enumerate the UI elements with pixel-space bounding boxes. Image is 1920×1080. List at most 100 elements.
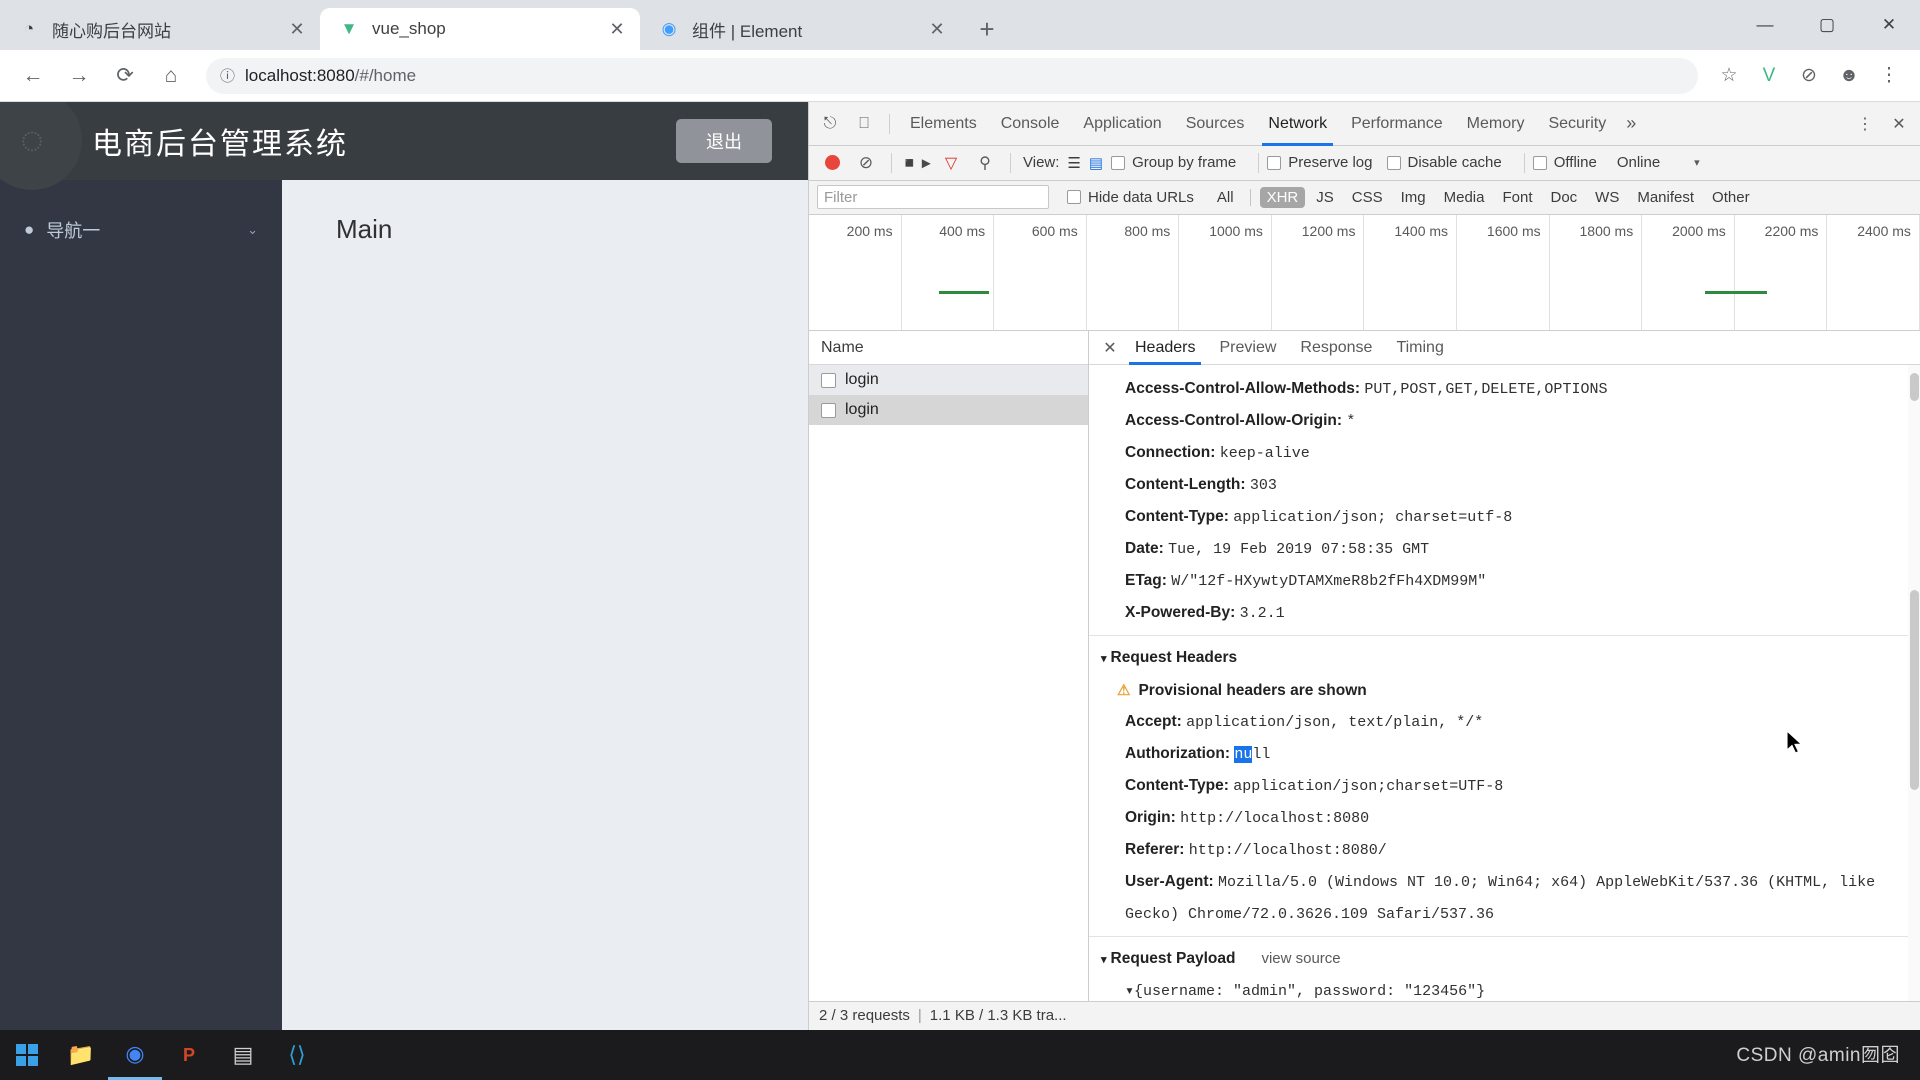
more-panels-button[interactable]: » (1618, 113, 1644, 134)
tab-sources[interactable]: Sources (1174, 102, 1257, 146)
tab-performance[interactable]: Performance (1339, 102, 1455, 146)
checkbox-box (1067, 190, 1081, 205)
headers-detail-body[interactable]: Access-Control-Allow-Methods: PUT,POST,G… (1089, 365, 1920, 1001)
address-bar[interactable]: ⓘ localhost:8080/#/home (206, 57, 1698, 94)
request-row[interactable]: login (809, 395, 1088, 426)
filter-type-other[interactable]: Other (1705, 187, 1757, 208)
taskbar-file-explorer-icon[interactable]: 📁 (54, 1030, 108, 1080)
detail-scrollbar-thumb[interactable] (1910, 373, 1919, 402)
filter-type-xhr[interactable]: XHR (1259, 186, 1306, 208)
filter-type-ws[interactable]: WS (1588, 187, 1626, 208)
toolbar-icon-group: ☆ V ⊘ ☻ ⋮ (1708, 57, 1908, 95)
group-by-frame-checkbox[interactable]: Group by frame (1111, 154, 1236, 171)
request-header-row: Accept: application/json, text/plain, */… (1089, 706, 1920, 738)
inspect-element-icon[interactable]: ⎋ (815, 109, 845, 139)
start-button[interactable] (0, 1030, 54, 1080)
star-icon[interactable]: ☆ (1710, 57, 1748, 95)
info-circle-icon[interactable]: ⓘ (220, 65, 235, 86)
record-dot-icon[interactable] (817, 148, 847, 178)
element-logo-icon: ◉ (661, 19, 677, 38)
filter-type-media[interactable]: Media (1437, 187, 1492, 208)
header-value: Gecko) Chrome/72.0.3626.109 Safari/537.3… (1125, 906, 1495, 924)
disable-cache-checkbox[interactable]: Disable cache (1386, 154, 1502, 171)
filter-type-js[interactable]: JS (1309, 187, 1341, 208)
offline-checkbox[interactable]: Offline (1532, 154, 1597, 171)
menu-icon[interactable]: ⋮ (1870, 57, 1908, 95)
filter-type-manifest[interactable]: Manifest (1630, 187, 1701, 208)
taskbar-vscode-icon[interactable]: ⟨⟩ (270, 1030, 324, 1080)
checkbox-box (1267, 155, 1282, 170)
browser-tab-title: 随心购后台网站 (52, 21, 171, 41)
close-icon[interactable]: ✕ (1884, 109, 1914, 139)
hide-data-urls-checkbox[interactable]: Hide data URLs (1067, 189, 1194, 206)
request-header-row-continuation: Gecko) Chrome/72.0.3626.109 Safari/537.3… (1089, 898, 1920, 930)
detail-scrollbar-thumb-lower[interactable] (1910, 590, 1919, 791)
filter-funnel-icon[interactable]: ▽ (936, 148, 966, 178)
detail-scrollbar-track[interactable] (1908, 365, 1920, 1001)
close-window-button[interactable]: ✕ (1858, 0, 1920, 50)
logout-button[interactable]: 退出 (676, 119, 772, 163)
taskbar-powerpoint-icon[interactable]: P (162, 1030, 216, 1080)
browser-tab-1[interactable]: ▼ vue_shop ✕ (320, 8, 640, 50)
maximize-button[interactable]: ▢ (1796, 0, 1858, 50)
browser-tab-0[interactable]: ◔ 随心购后台网站 ✕ (0, 8, 320, 50)
tab-close-button[interactable]: ✕ (924, 16, 950, 42)
header-key: Content-Type: (1125, 777, 1229, 795)
preserve-log-checkbox[interactable]: Preserve log (1267, 154, 1373, 172)
windows-logo-icon (16, 1044, 38, 1066)
list-view-icon[interactable]: ☰ (1067, 154, 1080, 172)
tab-response[interactable]: Response (1288, 331, 1384, 365)
tab-preview[interactable]: Preview (1207, 331, 1288, 365)
forward-button[interactable]: → (58, 55, 100, 97)
tab-headers[interactable]: Headers (1123, 331, 1207, 365)
devtools-panel: ⎋ ⎕ Elements Console Application Sources… (808, 102, 1920, 1030)
back-button[interactable]: ← (12, 55, 54, 97)
profile-icon[interactable]: ☻ (1830, 57, 1868, 95)
sidebar-item-nav-one[interactable]: ● 导航一 ⌄ (0, 202, 282, 258)
waterfall-view-icon[interactable]: ▤ (1089, 154, 1103, 172)
payload-summary-row[interactable]: ▾{username: "admin", password: "123456"} (1089, 976, 1920, 1001)
request-header-row: Origin: http://localhost:8080 (1089, 802, 1920, 834)
browser-tab-2[interactable]: ◉ 组件 | Element ✕ (640, 8, 960, 50)
tab-close-button[interactable]: ✕ (284, 16, 310, 42)
taskbar-chrome-icon[interactable]: ◉ (108, 1030, 162, 1080)
tab-console[interactable]: Console (989, 102, 1072, 146)
search-magnifier-icon[interactable]: ⚲ (970, 148, 1000, 178)
filter-type-doc[interactable]: Doc (1543, 187, 1584, 208)
minimize-button[interactable]: — (1734, 0, 1796, 50)
new-tab-button[interactable]: + (966, 8, 1008, 50)
web-page-viewport: ◌ 电商后台管理系统 退出 ● 导航一 ⌄ Main (0, 102, 808, 1030)
filter-type-css[interactable]: CSS (1345, 187, 1390, 208)
request-payload-section-title[interactable]: ▾ Request Payload view source (1089, 936, 1920, 976)
network-overview-timeline[interactable]: 200 ms 400 ms 600 ms 800 ms 1000 ms 1200… (809, 215, 1920, 332)
tab-application[interactable]: Application (1071, 102, 1173, 146)
throttling-select[interactable]: Online ▾ (1617, 154, 1700, 171)
vue-devtools-icon[interactable]: V (1750, 57, 1788, 95)
preserve-log-label: Preserve log (1288, 154, 1373, 172)
group-by-frame-label: Group by frame (1132, 154, 1237, 172)
tab-security[interactable]: Security (1536, 102, 1618, 146)
tab-elements[interactable]: Elements (898, 102, 989, 146)
filter-type-img[interactable]: Img (1394, 187, 1433, 208)
reload-button[interactable]: ⟳ (104, 55, 146, 97)
filter-type-all[interactable]: All (1210, 187, 1241, 208)
vue-logo-icon: ▼ (340, 19, 358, 38)
taskbar-app-icon[interactable]: ▤ (216, 1030, 270, 1080)
extension-icon[interactable]: ⊘ (1790, 57, 1828, 95)
close-detail-icon[interactable]: ✕ (1097, 338, 1123, 358)
kebab-menu-icon[interactable]: ⋮ (1850, 109, 1880, 139)
tab-memory[interactable]: Memory (1455, 102, 1537, 146)
capture-screenshots-icon[interactable]: ◾► (900, 148, 934, 178)
request-headers-section-title[interactable]: ▾ Request Headers (1089, 635, 1920, 675)
tab-close-button[interactable]: ✕ (604, 16, 630, 42)
filter-input[interactable]: Filter (817, 185, 1049, 210)
clear-circle-slash-icon[interactable]: ⊘ (851, 148, 881, 178)
home-button[interactable]: ⌂ (150, 55, 192, 97)
column-header-name[interactable]: Name (809, 331, 1088, 366)
tab-timing[interactable]: Timing (1384, 331, 1455, 365)
tab-network[interactable]: Network (1256, 102, 1339, 146)
view-source-link[interactable]: view source (1261, 950, 1340, 967)
filter-type-font[interactable]: Font (1495, 187, 1539, 208)
request-row[interactable]: login (809, 365, 1088, 396)
device-toolbar-icon[interactable]: ⎕ (849, 109, 879, 139)
